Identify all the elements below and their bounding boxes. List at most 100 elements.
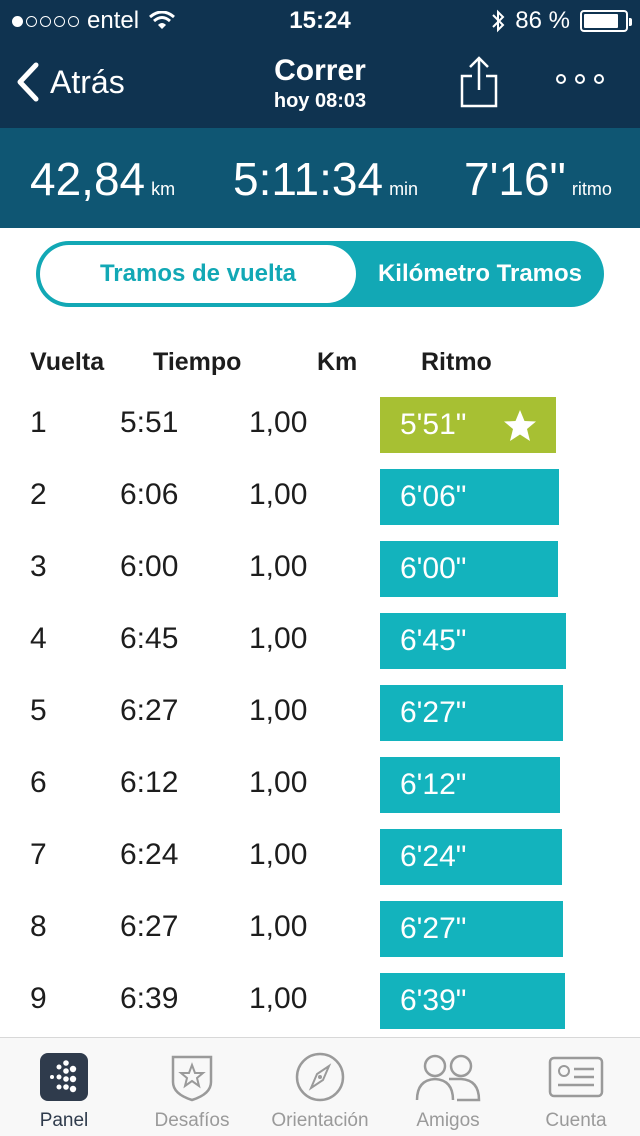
star-icon [504,410,536,441]
lap-time: 6:27 [120,910,179,943]
lap-number: 7 [30,838,47,871]
lap-distance: 1,00 [249,478,308,511]
lap-time: 6:06 [120,478,179,511]
lap-time: 6:45 [120,622,179,655]
chevron-left-icon [17,62,39,102]
splits-table: 1 5:51 1,00 5'51" 2 6:06 1,00 6'06" 3 6:00 1,00 6'0… [0,388,640,1036]
status-right: 86 % [491,7,632,35]
back-label: Atrás [50,63,125,100]
lap-distance: 1,00 [249,622,308,655]
pace-bar-best: 5'51" [380,397,556,453]
duration-unit: min [389,179,419,199]
lap-number: 1 [30,406,47,439]
star-badge-icon [171,1055,213,1102]
lap-time: 6:00 [120,550,179,583]
pace-bar: 6'06" [380,469,559,525]
id-card-icon [548,1056,604,1098]
lap-time: 6:24 [120,838,179,871]
lap-number: 5 [30,694,47,727]
tab-label-friends: Amigos [416,1110,480,1131]
distance-unit: km [151,179,176,199]
table-row: 3 6:00 1,00 6'00" [0,532,640,604]
tab-label-panel: Panel [39,1110,89,1131]
lap-distance: 1,00 [249,550,308,583]
more-options-icon[interactable] [556,74,604,84]
lap-number: 8 [30,910,47,943]
tab-guidance[interactable]: Orientación [256,1038,384,1136]
app-header: entel 15:24 86 % Atrás Correr hoy 08:03 [0,0,640,128]
pace-stat: 7'16" ritmo [464,152,612,206]
pace-bar: 6'12" [380,757,560,813]
pace-value-label: 5'51" [400,408,467,441]
pace-bar: 6'00" [380,541,558,597]
table-row: 7 6:24 1,00 6'24" [0,820,640,892]
lap-number: 3 [30,550,47,583]
status-bar: entel 15:24 86 % [0,0,640,40]
tab-bar: Panel Desafíos Orientación Amigos Cuenta [0,1037,640,1136]
lap-time: 6:12 [120,766,179,799]
lap-number: 9 [30,982,47,1015]
pace-value-label: 6'06" [400,480,467,513]
pace-bar: 6'27" [380,901,563,957]
pace-bar: 6'45" [380,613,566,669]
pace-unit: ritmo [571,179,612,199]
navigation-bar: Atrás Correr hoy 08:03 [0,40,640,128]
lap-number: 2 [30,478,47,511]
tab-kilometer-splits[interactable]: Kilómetro Tramos [356,241,604,307]
pace-value-label: 6'27" [400,912,467,945]
lap-distance: 1,00 [249,982,308,1015]
tab-label-guidance: Orientación [271,1110,369,1131]
tab-account[interactable]: Cuenta [512,1038,640,1136]
lap-number: 6 [30,766,47,799]
lap-time: 6:39 [120,982,179,1015]
table-row: 5 6:27 1,00 6'27" [0,676,640,748]
compass-icon [295,1052,345,1102]
run-summary: 42,84 km 5:11:34 min 7'16" ritmo [0,128,640,228]
duration-stat: 5:11:34 min [233,152,418,206]
lap-number: 4 [30,622,47,655]
lap-time: 5:51 [120,406,179,439]
header-km: Km [317,348,358,376]
duration-value: 5:11:34 [233,153,384,205]
distance-value: 42,84 [30,153,146,205]
dots-grid-icon [40,1053,88,1101]
distance-stat: 42,84 km [30,152,175,206]
header-time: Tiempo [153,348,242,376]
pace-bar: 6'39" [380,973,565,1029]
lap-distance: 1,00 [249,766,308,799]
tab-label-challenges: Desafíos [154,1110,230,1131]
lap-distance: 1,00 [249,406,308,439]
split-type-segmented-control: Tramos de vuelta Kilómetro Tramos [36,241,604,307]
lap-distance: 1,00 [249,910,308,943]
battery-icon [580,10,632,32]
tab-friends[interactable]: Amigos [384,1038,512,1136]
table-row: 6 6:12 1,00 6'12" [0,748,640,820]
splits-table-header: Vuelta Tiempo Km Ritmo [0,348,640,382]
tab-challenges[interactable]: Desafíos [128,1038,256,1136]
battery-percentage: 86 % [515,7,570,34]
tab-panel[interactable]: Panel [0,1038,128,1136]
tab-lap-splits[interactable]: Tramos de vuelta [40,245,356,303]
table-row: 9 6:39 1,00 6'39" [0,964,640,1036]
lap-time: 6:27 [120,694,179,727]
header-pace: Ritmo [421,348,492,376]
bluetooth-icon [492,9,505,33]
pace-value-label: 6'27" [400,696,467,729]
pace-value-label: 6'12" [400,768,467,801]
pace-value: 7'16" [464,153,566,205]
pace-value-label: 6'39" [400,984,467,1017]
friends-icon [415,1054,481,1102]
lap-distance: 1,00 [249,838,308,871]
pace-value-label: 6'45" [400,624,467,657]
lap-distance: 1,00 [249,694,308,727]
table-row: 2 6:06 1,00 6'06" [0,460,640,532]
back-button[interactable]: Atrás [16,62,125,102]
table-row: 8 6:27 1,00 6'27" [0,892,640,964]
table-row: 1 5:51 1,00 5'51" [0,388,640,460]
header-lap: Vuelta [30,348,105,376]
share-icon[interactable] [458,54,500,110]
table-row: 4 6:45 1,00 6'45" [0,604,640,676]
pace-bar: 6'24" [380,829,562,885]
pace-bar: 6'27" [380,685,563,741]
pace-value-label: 6'00" [400,552,467,585]
